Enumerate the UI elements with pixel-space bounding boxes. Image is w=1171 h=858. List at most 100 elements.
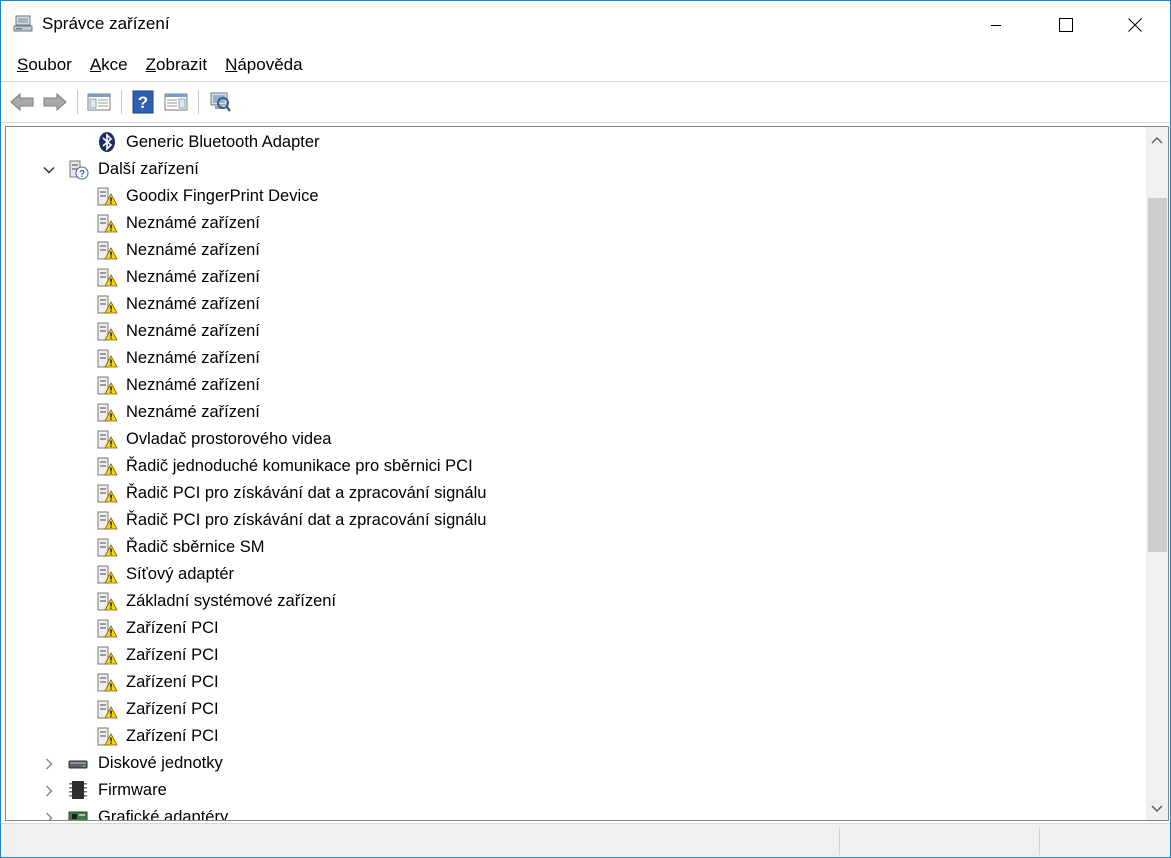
warning-device-icon [97,700,118,719]
tree-item-device[interactable]: Základní systémové zařízení [6,588,1146,615]
scroll-down-button[interactable] [1146,798,1168,820]
warning-device-icon [97,457,118,476]
device-label: Generic Bluetooth Adapter [126,133,320,151]
scan-hardware-changes-button[interactable] [205,87,235,117]
warning-device-icon [97,673,118,692]
svg-text:?: ? [79,169,85,180]
tree-item-device[interactable]: Síťový adaptér [6,561,1146,588]
warning-device-icon [97,484,118,503]
toolbar-divider [1,122,1170,123]
title-bar[interactable]: Správce zařízení [1,1,1170,48]
tree-item-device[interactable]: Neznámé zařízení [6,399,1146,426]
device-label: Zařízení PCI [126,673,219,691]
device-label: Řadič PCI pro získávání dat a zpracování… [126,511,487,529]
tree-category[interactable]: Firmware [6,777,1146,804]
warning-device-icon [97,187,118,206]
tree-category[interactable]: Diskové jednotky [6,750,1146,777]
device-label: Neznámé zařízení [126,376,260,394]
tree-item-device[interactable]: Neznámé zařízení [6,237,1146,264]
scroll-up-button[interactable] [1146,129,1168,151]
warning-device-icon [97,349,118,368]
warning-device-icon [97,403,118,422]
warning-device-icon [97,241,118,260]
show-hide-console-tree-button[interactable] [84,87,114,117]
tree-item-device[interactable]: Řadič sběrnice SM [6,534,1146,561]
menu-zobrazit[interactable]: Zobrazit [137,48,216,81]
tree-item-device[interactable]: Řadič jednoduché komunikace pro sběrnici… [6,453,1146,480]
device-label: Základní systémové zařízení [126,592,337,610]
chevron-right-icon[interactable] [42,784,56,798]
toolbar: ? [1,83,1170,121]
chevron-up-icon [1151,136,1163,144]
disk-drive-icon [68,760,88,769]
warning-device-icon [97,565,118,584]
device-label: Neznámé zařízení [126,322,260,340]
device-label: Neznámé zařízení [126,403,260,421]
back-button[interactable] [7,87,37,117]
tree-item-device[interactable]: Neznámé zařízení [6,210,1146,237]
tree-item-device[interactable]: Zařízení PCI [6,615,1146,642]
tree-item-device[interactable]: Neznámé zařízení [6,264,1146,291]
category-label: Firmware [98,781,167,799]
tree-item-device[interactable]: Neznámé zařízení [6,345,1146,372]
help-icon: ? [132,90,154,114]
forward-arrow-icon [43,92,67,112]
category-label: Další zařízení [98,160,199,178]
chevron-right-icon[interactable] [42,757,56,771]
device-label: Zařízení PCI [126,646,219,664]
device-label: Neznámé zařízení [126,295,260,313]
tree-item-device[interactable]: Řadič PCI pro získávání dat a zpracování… [6,480,1146,507]
vertical-scrollbar[interactable] [1146,127,1168,820]
tree-item-device[interactable]: Řadič PCI pro získávání dat a zpracování… [6,507,1146,534]
device-tree-panel: Generic Bluetooth Adapter ? Další zaříze… [5,126,1169,821]
warning-device-icon [97,646,118,665]
warning-device-icon [97,511,118,530]
tree-item-device[interactable]: Zařízení PCI [6,642,1146,669]
tree-item-device[interactable]: Goodix FingerPrint Device [6,183,1146,210]
chevron-down-icon[interactable] [42,163,56,177]
tree-item-device[interactable]: Neznámé zařízení [6,291,1146,318]
close-button[interactable] [1100,1,1170,48]
device-label: Zařízení PCI [126,619,219,637]
device-manager-icon [13,15,33,32]
properties-pane-button[interactable] [161,87,191,117]
menu-divider [1,81,1170,82]
tree-item-device[interactable]: Neznámé zařízení [6,372,1146,399]
maximize-icon [1059,17,1073,32]
device-manager-window: Správce zařízení Soubor Akce Zobrazit Ná… [0,0,1171,858]
menu-bar: Soubor Akce Zobrazit Nápověda [1,48,1170,81]
properties-pane-icon [164,93,188,111]
tree-item-device[interactable]: Zařízení PCI [6,696,1146,723]
svg-text:?: ? [138,93,148,112]
device-tree[interactable]: Generic Bluetooth Adapter ? Další zaříze… [6,129,1146,820]
warning-device-icon [97,295,118,314]
display-adapter-icon [68,811,88,820]
tree-item-device[interactable]: Zařízení PCI [6,669,1146,696]
forward-button[interactable] [40,87,70,117]
status-cell [1039,827,1169,855]
window-title: Správce zařízení [42,14,170,33]
help-button[interactable]: ? [128,87,158,117]
chevron-right-icon[interactable] [42,811,56,820]
warning-device-icon [97,322,118,341]
scrollbar-thumb[interactable] [1148,198,1167,552]
minimize-button[interactable] [961,1,1031,48]
menu-akce[interactable]: Akce [81,48,137,81]
tree-item-device[interactable]: Ovladač prostorového videa [6,426,1146,453]
warning-device-icon [97,727,118,746]
menu-napoveda[interactable]: Nápověda [216,48,312,81]
tree-category[interactable]: Grafické adaptéry [6,804,1146,820]
category-label: Grafické adaptéry [98,808,229,820]
device-label: Ovladač prostorového videa [126,430,332,448]
show-hide-console-tree-icon [87,93,111,111]
menu-soubor[interactable]: Soubor [8,48,81,81]
toolbar-separator [77,90,78,114]
maximize-button[interactable] [1031,1,1101,48]
tree-item-device[interactable]: Generic Bluetooth Adapter [6,129,1146,156]
chevron-down-icon [1151,805,1163,813]
tree-item-device[interactable]: Zařízení PCI [6,723,1146,750]
warning-device-icon [97,430,118,449]
tree-category[interactable]: ? Další zařízení [6,156,1146,183]
tree-item-device[interactable]: Neznámé zařízení [6,318,1146,345]
firmware-icon [69,781,87,799]
